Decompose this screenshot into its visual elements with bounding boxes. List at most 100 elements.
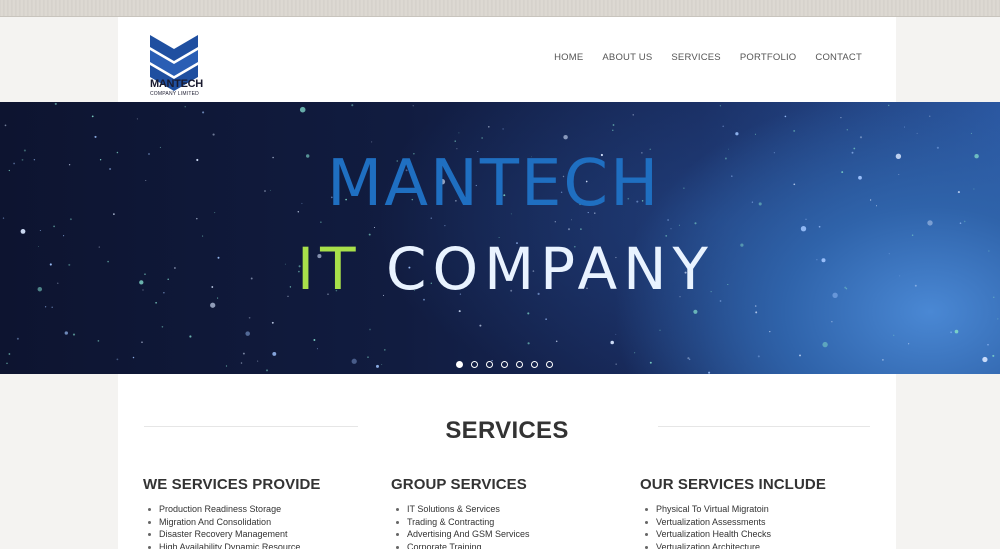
star (351, 104, 354, 107)
star (502, 128, 504, 130)
star (688, 358, 691, 361)
star (936, 146, 939, 149)
star (893, 334, 895, 336)
star (719, 300, 722, 302)
star (845, 288, 848, 290)
star (649, 361, 652, 364)
star (159, 146, 161, 148)
star (481, 137, 483, 139)
slider-dot-3[interactable] (486, 361, 493, 368)
star (39, 230, 41, 232)
star (173, 267, 176, 269)
star (554, 221, 556, 223)
star (145, 179, 147, 181)
star (563, 134, 568, 140)
star (859, 136, 863, 139)
slider-dot-6[interactable] (531, 361, 538, 368)
star (196, 158, 199, 162)
nav-contact[interactable]: CONTACT (815, 52, 862, 63)
star (264, 190, 266, 192)
star (816, 259, 818, 261)
nav-services[interactable]: SERVICES (671, 52, 720, 63)
nav-about-us[interactable]: ABOUT US (602, 52, 652, 63)
star (735, 132, 739, 136)
list-item: Vertualization Architecture (645, 541, 826, 549)
star (719, 105, 722, 107)
star (376, 364, 379, 368)
star (840, 116, 842, 119)
star (727, 148, 729, 150)
star (287, 295, 289, 297)
star (898, 174, 900, 175)
list-item: Production Readiness Storage (148, 503, 321, 516)
star (2, 217, 5, 219)
star (144, 273, 146, 275)
star (612, 124, 615, 126)
star (722, 125, 725, 128)
star (148, 153, 150, 155)
star (773, 152, 775, 154)
list-item: Advertising And GSM Services (396, 528, 530, 541)
nav-portfolio[interactable]: PORTFOLIO (740, 52, 797, 63)
list-item: High Availability Dynamic Resource (148, 541, 321, 549)
star (612, 129, 614, 131)
star (793, 129, 796, 132)
nav-home[interactable]: HOME (554, 52, 583, 63)
star (831, 321, 833, 323)
star (757, 355, 760, 358)
service-list: Production Readiness Storage Migration A… (143, 503, 321, 549)
star (950, 331, 952, 334)
list-item: Physical To Virtual Migratoin (645, 503, 826, 516)
list-item: Corporate Training (396, 541, 530, 549)
star (99, 159, 102, 161)
star (299, 106, 306, 113)
star (987, 344, 989, 346)
star (799, 354, 801, 357)
main-nav: HOME ABOUT US SERVICES PORTFOLIO CONTACT (535, 52, 862, 63)
star (13, 162, 15, 165)
star (992, 354, 995, 357)
star (214, 212, 216, 214)
star (997, 318, 999, 320)
star (141, 341, 143, 344)
hero-title-it-company: IT COMPANY (297, 240, 714, 298)
star (4, 124, 7, 127)
site-header: MANTECH COMPANY LIMITED HOME ABOUT US SE… (118, 17, 896, 102)
star (954, 329, 959, 334)
star (693, 309, 698, 314)
star (297, 211, 300, 213)
star (266, 369, 268, 372)
star (527, 342, 530, 345)
star (189, 335, 192, 338)
slider-dot-4[interactable] (501, 361, 508, 368)
star (217, 256, 220, 259)
star (667, 219, 669, 221)
star (851, 151, 854, 154)
star (846, 129, 848, 131)
star (316, 348, 318, 350)
star (487, 125, 490, 128)
star (257, 360, 259, 362)
star (167, 278, 169, 280)
logo-wordmark: MANTECH (150, 78, 203, 90)
star (875, 205, 878, 207)
star (37, 286, 43, 292)
star (908, 343, 910, 345)
slider-dot-1[interactable] (456, 361, 463, 368)
star (740, 243, 744, 247)
star (98, 246, 100, 248)
slider-dot-5[interactable] (516, 361, 523, 368)
star (754, 133, 756, 135)
star (109, 167, 112, 171)
star (959, 222, 962, 225)
star (634, 352, 636, 354)
star (211, 286, 214, 288)
star (64, 331, 68, 335)
star (136, 118, 138, 120)
star (72, 333, 76, 336)
star (800, 226, 807, 232)
slider-dot-2[interactable] (471, 361, 478, 368)
star (479, 324, 482, 327)
star (33, 158, 36, 161)
slider-dot-7[interactable] (546, 361, 553, 368)
